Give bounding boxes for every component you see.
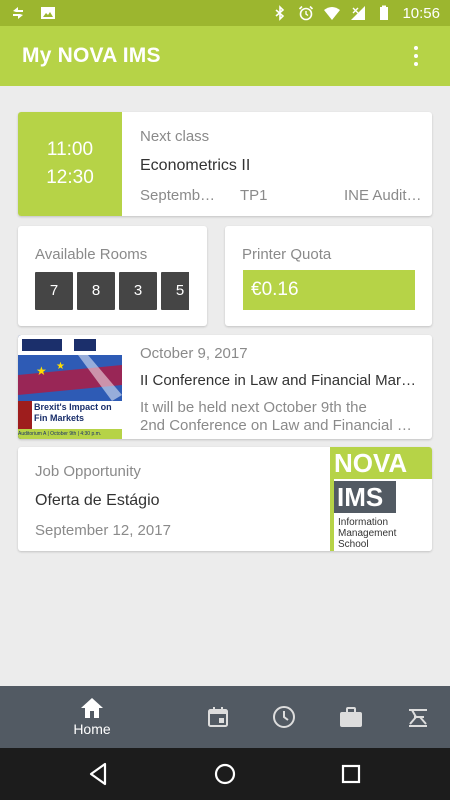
room-count-box: 5 (161, 272, 189, 310)
available-rooms-card[interactable]: Available Rooms 7835 (18, 226, 207, 326)
home-icon (81, 698, 103, 718)
nav-home-label: Home (73, 721, 111, 737)
logo-nova-text: NOVA (330, 447, 432, 479)
job-title: Oferta de Estágio (35, 492, 160, 509)
class-room: INE Audit… (344, 187, 422, 204)
status-bar: 10:56 (0, 0, 450, 26)
news-description-line: 2nd Conference on Law and Financial M… (140, 417, 422, 434)
class-type: TP1 (240, 187, 268, 204)
class-start-time: 11:00 (46, 139, 94, 160)
printer-quota-card[interactable]: Printer Quota €0.16 (225, 226, 432, 326)
image-icon (41, 7, 55, 19)
room-counts: 7835 (35, 272, 189, 310)
app-bar: My NOVA IMS (0, 26, 450, 86)
recents-icon[interactable] (337, 760, 365, 788)
nav-calendar[interactable] (204, 686, 232, 748)
class-date: Septemb… (140, 187, 216, 204)
bluetooth-icon (275, 5, 285, 21)
logo-ims-text: IMS (334, 481, 396, 513)
news-image-caption: Brexit's Impact on Fin Markets (34, 402, 112, 423)
battery-icon (380, 5, 389, 20)
nav-home[interactable]: Home (56, 686, 128, 748)
printer-icon (409, 709, 427, 727)
system-navigation-bar (0, 748, 450, 800)
home-circle-icon[interactable] (211, 760, 239, 788)
job-opportunity-label: Job Opportunity (35, 463, 141, 480)
class-name: Econometrics II (140, 157, 251, 174)
nav-printer[interactable] (404, 686, 432, 748)
logo-subtitle-line: School (338, 539, 369, 550)
next-class-card[interactable]: 11:00 12:30 Next class Econometrics II S… (18, 112, 432, 216)
nav-jobs[interactable] (337, 686, 365, 748)
more-vert-icon[interactable] (404, 44, 428, 68)
clock-icon (273, 706, 295, 728)
wifi-icon (324, 7, 341, 20)
sync-icon (13, 7, 23, 19)
job-opportunity-card[interactable]: Job Opportunity Oferta de Estágio Septem… (18, 447, 432, 551)
room-count-box: 7 (35, 272, 73, 310)
calendar-icon (208, 707, 228, 727)
class-time-block: 11:00 12:30 (18, 112, 122, 216)
logo-subtitle-line: Information (338, 517, 389, 528)
nova-ims-logo: NOVA IMS Information Management School (330, 447, 432, 551)
news-title: II Conference in Law and Financial Mark… (140, 372, 422, 389)
alarm-icon (299, 5, 314, 21)
bottom-navigation: Home (0, 686, 450, 748)
room-count-box: 8 (77, 272, 115, 310)
news-image: ★ ★ Brexit's Impact on Fin Markets Audit… (18, 335, 122, 439)
available-rooms-label: Available Rooms (35, 246, 148, 263)
status-time: 10:56 (402, 4, 440, 22)
svg-text:★: ★ (56, 361, 65, 372)
news-card[interactable]: ★ ★ Brexit's Impact on Fin Markets Audit… (18, 335, 432, 439)
nav-schedule[interactable] (270, 686, 298, 748)
class-end-time: 12:30 (46, 167, 94, 188)
room-count-box: 3 (119, 272, 157, 310)
svg-text:★: ★ (36, 364, 47, 378)
news-description-line: It will be held next October 9th the (140, 399, 367, 416)
job-date: September 12, 2017 (35, 522, 171, 539)
logo-subtitle-line: Management (338, 528, 397, 539)
printer-quota-value: €0.16 (243, 270, 415, 310)
news-image-footer: Auditorium A | October 9th | 4:30 p.m. (18, 431, 102, 437)
news-date: October 9, 2017 (140, 345, 248, 362)
briefcase-icon (340, 707, 362, 727)
signal-icon (351, 6, 366, 20)
next-class-label: Next class (140, 128, 210, 145)
printer-quota-label: Printer Quota (242, 246, 332, 263)
back-icon[interactable] (85, 760, 113, 788)
app-title: My NOVA IMS (22, 44, 161, 67)
